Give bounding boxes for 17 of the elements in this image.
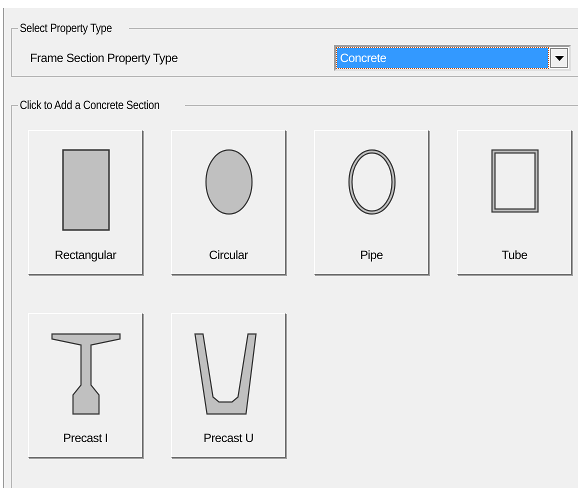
group-title: Click to Add a Concrete Section xyxy=(18,98,161,112)
i-beam-section-icon xyxy=(50,332,120,416)
rectangle-section-icon xyxy=(62,149,110,231)
section-button[interactable]: Precast U xyxy=(171,313,286,458)
caret-icon xyxy=(554,56,564,60)
section-button[interactable]: Precast I xyxy=(28,313,143,458)
circle-section-icon xyxy=(204,149,252,215)
dropdown-value: Concrete xyxy=(337,48,548,68)
section-button[interactable]: Tube xyxy=(457,130,572,275)
group-title: Select Property Type xyxy=(18,21,113,35)
section-button[interactable]: Circular xyxy=(171,130,286,275)
hollow-square-section-icon xyxy=(490,149,538,213)
field-label: Frame Section Property Type xyxy=(30,51,178,65)
dropdown-arrow-button[interactable] xyxy=(550,48,568,68)
ring-section-icon xyxy=(348,149,396,215)
section-button[interactable]: Rectangular xyxy=(28,130,143,275)
section-button[interactable]: Pipe xyxy=(314,130,429,275)
